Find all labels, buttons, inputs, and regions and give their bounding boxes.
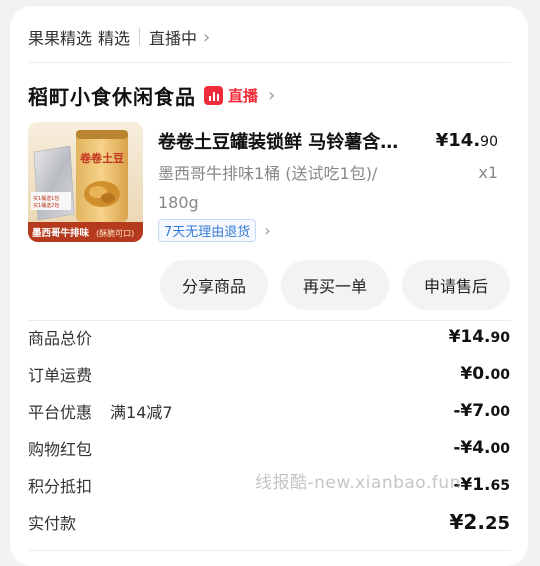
divider [28,62,511,63]
product-spec: 墨西哥牛排味1桶 (送试吃1包)/ 180g [158,164,378,212]
can-text: 卷卷土豆 [79,151,124,165]
chevron-right-icon: › [203,26,211,48]
product-price-int: ¥14. [435,130,481,151]
source-sub-label: 精选 [98,29,131,48]
product-title[interactable]: 卷卷土豆罐装锁鲜 马铃薯含… [158,128,438,154]
product-price: ¥14.90 [436,130,498,151]
summary-row: 平台优惠 满14减7 -¥7.00 [28,397,510,425]
source-row[interactable]: 果果精选 精选 直播中 › [28,22,210,52]
live-bars-icon [204,85,223,105]
bag-promo-1: 买1桶送1包 [33,195,59,202]
product-price-dec: 90 [480,134,498,150]
flavor-label: 墨西哥牛排味 [32,227,90,239]
live-badge[interactable]: 直播 [204,85,258,106]
source-label: 果果精选 [28,29,93,48]
summary-label: 平台优惠 [28,403,93,422]
summary-amount-dec: 65 [490,478,510,494]
chevron-right-icon: › [264,221,271,240]
after-sale-button[interactable]: 申请售后 [402,260,510,310]
product-illustration: 卷卷土豆 买1桶送1包 买1桶送2包 墨西哥牛排味 (酥脆可口) [28,122,143,242]
total-row: 实付款 ¥2.25 [28,508,510,536]
total-amount-dec: 25 [484,513,510,534]
service-tag-row[interactable]: 7天无理由退货 › [158,219,271,242]
bag-promo-2: 买1桶送2包 [33,202,59,209]
divider [28,320,511,321]
rebuy-button[interactable]: 再买一单 [281,260,389,310]
total-amount: ¥2. [449,510,485,534]
service-tag: 7天无理由退货 [158,219,257,242]
watermark: 线报酷-new.xianbao.fun [255,473,461,493]
product-image[interactable]: 卷卷土豆 买1桶送1包 买1桶送2包 墨西哥牛排味 (酥脆可口) [28,122,143,242]
summary-amount: ¥14. [448,327,491,347]
summary-label: 商品总价 [28,329,93,348]
source-divider [139,28,141,46]
summary-row: 订单运费 ¥0.00 [28,360,510,388]
summary-label: 订单运费 [28,366,93,385]
flavor-note: (酥脆可口) [96,228,134,238]
summary-amount-dec: 00 [490,441,510,457]
shop-row[interactable]: 稻町小食休闲食品 直播 › [28,78,275,112]
live-badge-label: 直播 [228,86,259,105]
chevron-right-icon: › [268,84,276,106]
summary-amount-dec: 00 [490,367,510,383]
live-status: 直播中 [149,29,198,48]
summary-amount-dec: 00 [490,404,510,420]
summary-amount: ¥0. [460,364,491,384]
summary-row: 商品总价 ¥14.90 [28,323,510,351]
total-label: 实付款 [28,514,77,533]
summary-label: 积分抵扣 [28,477,93,496]
shop-name: 稻町小食休闲食品 [28,84,196,109]
summary-row: 购物红包 -¥4.00 [28,434,510,462]
summary-amount: -¥7. [453,401,491,421]
summary-amount-dec: 90 [490,330,510,346]
divider [28,550,511,551]
summary-amount: -¥4. [453,438,491,458]
summary-discount-detail: 满14减7 [110,403,173,422]
share-button[interactable]: 分享商品 [160,260,268,310]
summary-label: 购物红包 [28,440,93,459]
product-quantity: x1 [478,163,498,182]
